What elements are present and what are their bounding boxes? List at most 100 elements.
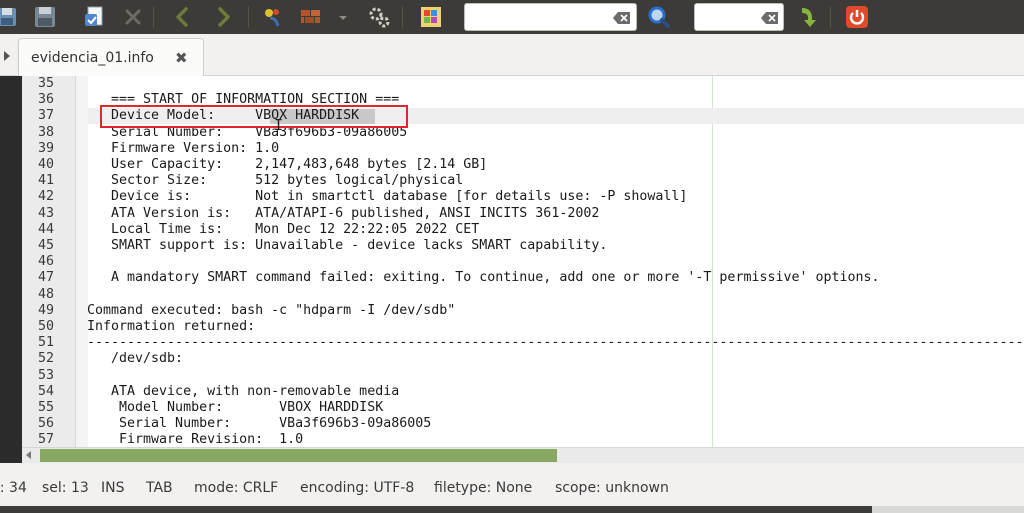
line-number: 57	[37, 432, 54, 448]
line-number: 45	[37, 238, 54, 253]
code-line: 54 ATA device, with non-removable media	[22, 384, 1024, 400]
toolbar	[0, 0, 1024, 34]
line-number: 37	[37, 108, 54, 124]
code-line: 43 ATA Version is: ATA/ATAPI-6 published…	[22, 206, 1024, 222]
line-text: User Capacity: 2,147,483,648 bytes [2.14…	[87, 157, 488, 172]
status-insert-mode: INS	[101, 480, 125, 496]
tab-strip: evidencia_01.info ✖	[0, 34, 1024, 76]
code-line: 53	[22, 368, 1024, 384]
line-text: /dev/sdb:	[87, 351, 184, 367]
line-number: 41	[37, 173, 54, 189]
line-number: 53	[37, 367, 54, 383]
window-bottom-edge	[0, 506, 1024, 513]
line-text: SMART support is: Unavailable - device l…	[87, 238, 608, 253]
line-number: 46	[37, 254, 54, 270]
status-scope: scope: unknown	[555, 480, 669, 496]
horizontal-scrollbar[interactable]	[22, 447, 1024, 463]
tab-label: evidencia_01.info	[31, 50, 154, 66]
line-text: Serial Number: VBa3f696b3-09a86005	[87, 416, 432, 432]
status-eol-mode: mode: CRLF	[194, 480, 279, 496]
dropdown-icon[interactable]	[336, 4, 350, 30]
status-tab-mode: TAB	[146, 480, 173, 496]
line-text: Local Time is: Mon Dec 12 22:22:05 2022 …	[87, 221, 480, 237]
line-text: Command executed: bash -c "hdparm -I /de…	[87, 302, 456, 318]
tab-scroll-arrow-icon[interactable]	[4, 51, 10, 61]
status-selection: sel: 13	[42, 480, 89, 496]
code-line: 41 Sector Size: 512 bytes logical/physic…	[22, 173, 1024, 189]
text-cursor-icon: I	[274, 116, 284, 134]
code-line: 57 Firmware Revision: 1.0	[22, 432, 1024, 448]
line-text: ATA device, with non-removable media	[87, 383, 400, 399]
line-number: 44	[37, 221, 54, 237]
scroll-left-icon[interactable]	[26, 451, 31, 459]
code-line: 55 Model Number: VBOX HARDDISK	[22, 400, 1024, 416]
code-line: 42 Device is: Not in smartctl database […	[22, 189, 1024, 205]
code-lines: 35 36 === START OF INFORMATION SECTION ==…	[22, 76, 1024, 448]
window-bottom-edge-light	[872, 506, 1024, 513]
toolbar-separator	[830, 6, 831, 28]
line-text: A mandatory SMART command failed: exitin…	[87, 270, 880, 286]
toolbar-separator	[248, 6, 249, 28]
line-number: 48	[37, 286, 54, 302]
line-text: Firmware Version: 1.0	[87, 140, 280, 156]
status-encoding: encoding: UTF-8	[300, 480, 415, 496]
jump-to-line-icon[interactable]	[794, 4, 820, 30]
quit-icon[interactable]	[844, 4, 870, 30]
close-document-icon[interactable]	[120, 4, 146, 30]
line-text: ----------------------------------------…	[87, 335, 1024, 351]
line-number: 56	[37, 416, 54, 432]
save-all-icon[interactable]	[0, 4, 20, 30]
forward-icon[interactable]	[210, 4, 236, 30]
code-line: 47 A mandatory SMART command failed: exi…	[22, 270, 1024, 286]
code-line: 49 Command executed: bash -c "hdparm -I /…	[22, 303, 1024, 319]
code-line: 35	[22, 76, 1024, 92]
line-number: 40	[37, 157, 54, 172]
editor[interactable]: 35 36 === START OF INFORMATION SECTION ==…	[22, 76, 1024, 448]
clear-search-icon[interactable]	[613, 10, 631, 24]
line-text: Information returned:	[87, 319, 256, 334]
code-line: 39 Firmware Version: 1.0	[22, 141, 1024, 157]
color-picker-icon[interactable]	[418, 4, 444, 30]
open-icon[interactable]	[82, 4, 108, 30]
clear-goto-icon[interactable]	[761, 10, 779, 24]
code-line: 50 Information returned:	[22, 319, 1024, 335]
code-line: 45 SMART support is: Unavailable - devic…	[22, 238, 1024, 254]
line-number: 54	[37, 383, 54, 399]
scrollbar-thumb[interactable]	[40, 449, 557, 462]
line-text: Firmware Revision: 1.0	[87, 432, 304, 448]
line-number: 39	[37, 140, 54, 156]
line-number: 49	[37, 302, 54, 318]
line-text: ATA Version is: ATA/ATAPI-6 published, A…	[87, 205, 600, 221]
line-text: Device is: Not in smartctl database [for…	[87, 189, 688, 205]
build-icon[interactable]	[298, 4, 324, 30]
code-line: 56 Serial Number: VBa3f696b3-09a86005	[22, 416, 1024, 432]
toolbar-separator	[153, 6, 154, 28]
code-line: 52 /dev/sdb:	[22, 351, 1024, 367]
line-number: 47	[37, 270, 54, 286]
back-icon[interactable]	[170, 4, 196, 30]
status-line: l: 34	[0, 480, 27, 496]
code-line: 51 --------------------------------------…	[22, 335, 1024, 351]
code-line: 48	[22, 287, 1024, 303]
line-number: 52	[37, 351, 54, 367]
colorize-icon[interactable]	[260, 4, 286, 30]
tab-evidencia-01[interactable]: evidencia_01.info ✖	[18, 38, 204, 76]
search-icon[interactable]	[646, 4, 672, 30]
code-line: 46	[22, 254, 1024, 270]
line-number: 42	[37, 189, 54, 205]
line-number: 38	[37, 124, 54, 140]
code-line: 40 User Capacity: 2,147,483,648 bytes [2…	[22, 157, 1024, 173]
toolbar-separator	[402, 6, 403, 28]
save-icon[interactable]	[32, 4, 58, 30]
tab-close-icon[interactable]: ✖	[175, 49, 188, 67]
execute-icon[interactable]	[366, 4, 392, 30]
status-filetype: filetype: None	[434, 480, 533, 496]
highlight-box	[100, 105, 408, 128]
line-number: 43	[37, 205, 54, 221]
line-number: 55	[37, 400, 54, 415]
line-text: Sector Size: 512 bytes logical/physical	[87, 173, 464, 189]
line-text: Model Number: VBOX HARDDISK	[87, 400, 384, 415]
code-line: 44 Local Time is: Mon Dec 12 22:22:05 20…	[22, 222, 1024, 238]
line-number: 51	[37, 335, 54, 351]
search-input[interactable]	[464, 3, 637, 31]
